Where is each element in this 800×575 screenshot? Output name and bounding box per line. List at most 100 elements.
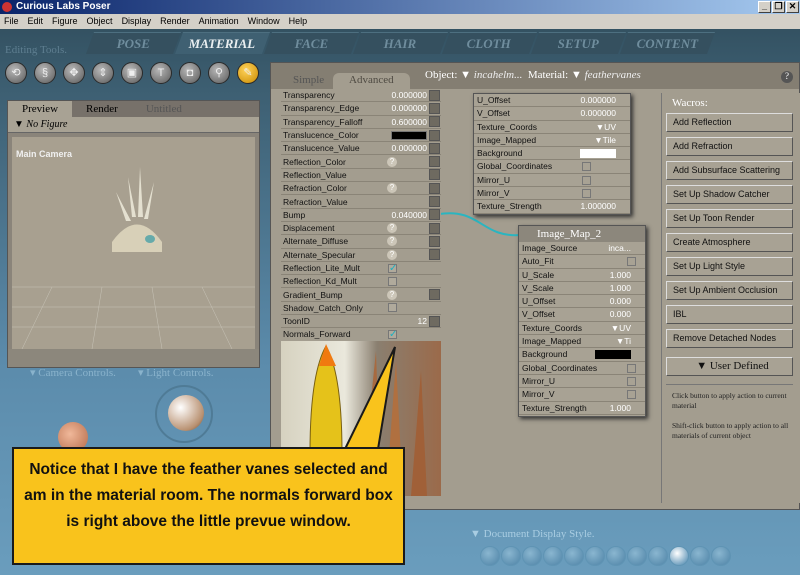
node-checkbox[interactable] [582,189,591,199]
display-style-sphere[interactable] [648,546,668,566]
3d-viewport[interactable]: Main Camera [12,137,255,349]
image-map-node-1[interactable]: U_Offset 0.000000 V_Offset 0.000000 Texture_… [473,93,631,215]
node-param-value[interactable]: 1.000 [610,269,631,282]
light-controls-label[interactable]: ▾ Light Controls. [138,366,214,379]
document-display-style-label[interactable]: ▼ Document Display Style. [470,528,595,540]
wacro-button[interactable]: Add Reflection [666,113,793,132]
display-style-sphere[interactable] [480,546,500,566]
figure-select[interactable]: ▼ No Figure [14,119,67,130]
restore-button[interactable]: ❐ [772,1,785,13]
param-value[interactable]: 0.000000 [392,143,427,153]
node-title[interactable]: Image_Map_2 [519,226,645,242]
wacro-button[interactable]: Set Up Ambient Occlusion [666,281,793,300]
node-checkbox[interactable] [582,175,591,185]
node-param-value[interactable]: 0.000 [610,295,631,308]
rotate-icon[interactable]: ⟲ [5,62,27,84]
node-plug-icon[interactable] [429,129,440,141]
menu-figure[interactable]: Figure [52,14,78,29]
node-param-value[interactable]: 1.000000 [581,200,616,213]
tab-face[interactable]: FACE [263,32,360,54]
node-plug-icon[interactable] [429,169,440,181]
wacro-button[interactable]: IBL [666,305,793,324]
param-value[interactable]: 0.000000 [392,103,427,113]
node-plug-icon[interactable] [429,142,440,154]
node-plug-icon[interactable] [429,235,440,247]
twist-icon[interactable]: § [34,62,56,84]
param-value[interactable]: 0.000000 [392,90,427,100]
node-checkbox[interactable] [627,257,636,267]
tab-render[interactable]: Render [72,101,132,117]
display-style-sphere[interactable] [585,546,605,566]
node-plug-icon[interactable] [429,182,440,194]
node-param-value[interactable]: 0.000 [610,308,631,321]
display-style-sphere[interactable] [543,546,563,566]
menu-file[interactable]: File [4,14,19,29]
node-param-value[interactable]: ▼Ti [616,335,631,348]
menu-edit[interactable]: Edit [28,14,44,29]
tab-hair[interactable]: HAIR [352,32,449,54]
param-checkbox[interactable]: ✓ [388,329,397,339]
wacro-button[interactable]: Add Subsurface Scattering [666,161,793,180]
display-style-sphere[interactable] [669,546,689,566]
param-value[interactable]: 0.040000 [392,210,427,220]
node-plug-icon[interactable] [429,315,440,327]
node-param-value[interactable]: 1.000 [610,282,631,295]
param-value[interactable]: 12 [418,316,427,326]
color-swatch[interactable] [595,350,631,360]
user-defined-button[interactable]: ▼ User Defined [666,357,793,376]
display-style-sphere[interactable] [711,546,731,566]
tab-cloth[interactable]: CLOTH [441,32,538,54]
menu-animation[interactable]: Animation [199,14,239,29]
node-checkbox[interactable] [627,376,636,386]
node-plug-icon[interactable] [429,222,440,234]
display-style-sphere[interactable] [606,546,626,566]
close-button[interactable]: ✕ [786,1,799,13]
node-param-value[interactable]: ▼UV [611,322,631,335]
color-swatch[interactable] [580,149,616,159]
menu-display[interactable]: Display [122,14,152,29]
wacro-button[interactable]: Remove Detached Nodes [666,329,793,348]
tab-setup[interactable]: SETUP [530,32,627,54]
translate-icon[interactable]: ✥ [63,62,85,84]
display-style-sphere[interactable] [522,546,542,566]
node-plug-icon[interactable] [429,116,440,128]
node-checkbox[interactable] [582,162,591,172]
zoom-icon[interactable]: ⚲ [208,62,230,84]
node-plug-icon[interactable] [429,89,440,101]
wacro-button[interactable]: Set Up Light Style [666,257,793,276]
param-checkbox[interactable] [388,276,397,286]
node-param-value[interactable]: inca... [608,242,631,255]
tab-content[interactable]: CONTENT [619,32,716,54]
node-param-value[interactable]: 1.000 [610,402,631,415]
tab-material[interactable]: MATERIAL [174,32,271,54]
camera-controls-label[interactable]: ▾ Camera Controls. [30,366,116,379]
node-checkbox[interactable] [627,390,636,400]
eyedropper-icon[interactable]: ✎ [237,62,259,84]
menu-object[interactable]: Object [87,14,113,29]
chain-break-icon[interactable]: ◘ [179,62,201,84]
node-checkbox[interactable] [627,363,636,373]
image-map-node-2[interactable]: Image_Map_2 Image_Source inca... Auto_Fit U… [518,225,646,417]
param-checkbox[interactable] [388,303,397,313]
node-plug-icon[interactable] [429,249,440,261]
node-param-value[interactable]: ▼UV [596,121,616,134]
tab-preview[interactable]: Preview [8,101,73,117]
display-style-sphere[interactable] [627,546,647,566]
display-style-sphere[interactable] [690,546,710,566]
display-style-sphere[interactable] [501,546,521,566]
menu-render[interactable]: Render [160,14,190,29]
menu-window[interactable]: Window [248,14,280,29]
node-plug-icon[interactable] [429,196,440,208]
color-swatch[interactable] [391,130,427,140]
node-param-value[interactable]: 0.000000 [581,94,616,107]
param-value[interactable]: 0.600000 [392,117,427,127]
scale-icon[interactable]: ▣ [121,62,143,84]
wacro-button[interactable]: Set Up Toon Render [666,209,793,228]
wacro-button[interactable]: Create Atmosphere [666,233,793,252]
light-sphere-control[interactable] [168,395,204,431]
wacro-button[interactable]: Set Up Shadow Catcher [666,185,793,204]
minimize-button[interactable]: _ [758,1,771,13]
tab-pose[interactable]: POSE [85,32,182,54]
menu-help[interactable]: Help [289,14,308,29]
display-style-sphere[interactable] [564,546,584,566]
